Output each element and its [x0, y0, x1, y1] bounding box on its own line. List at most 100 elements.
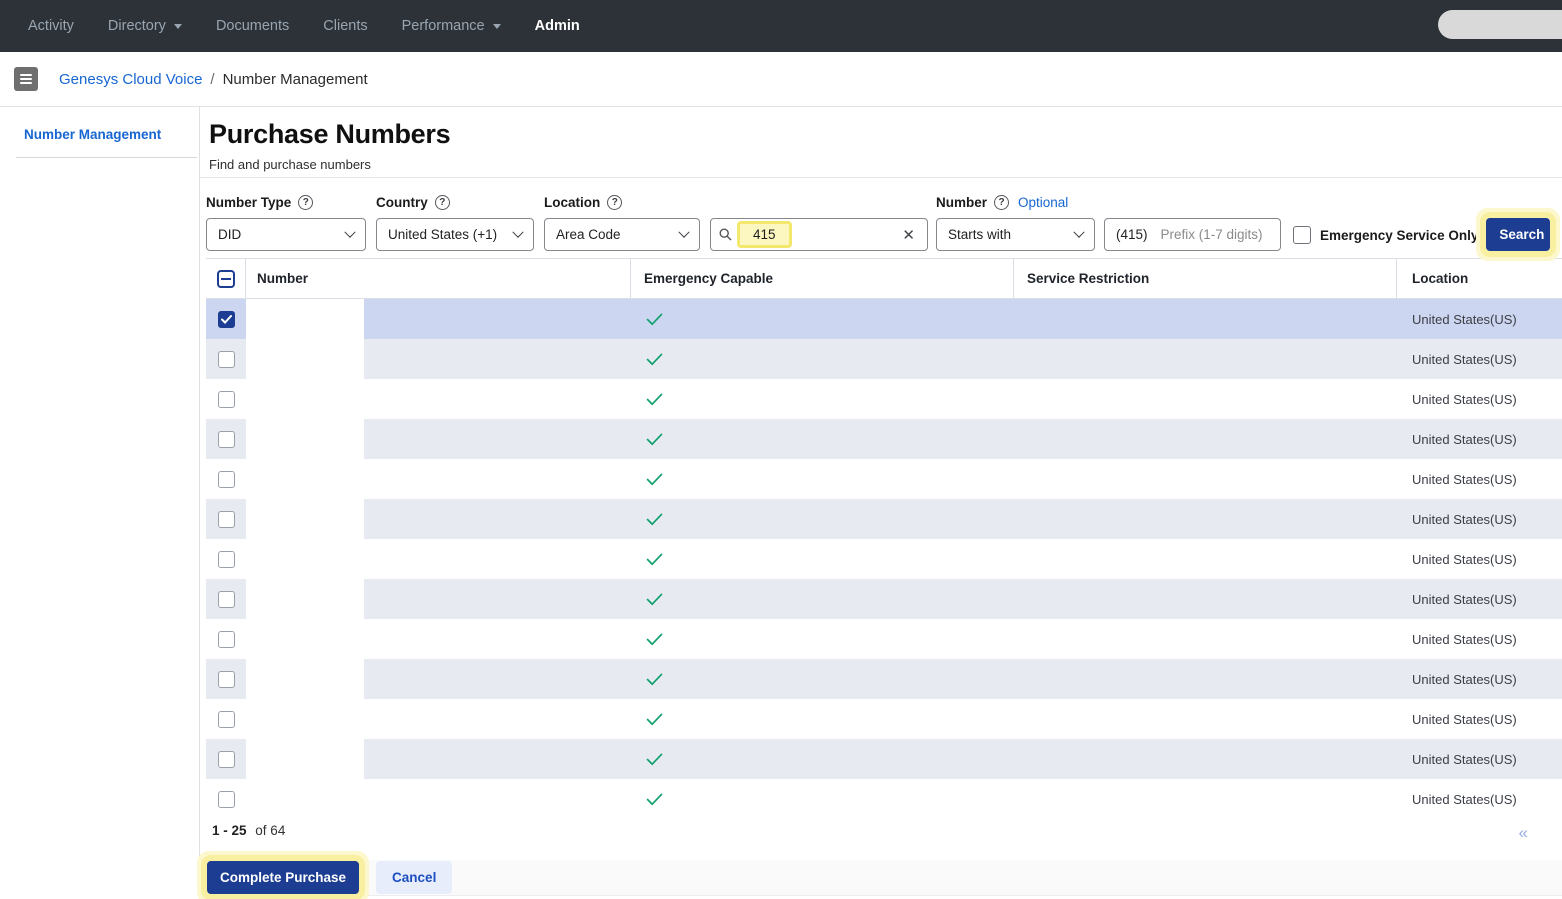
help-icon[interactable]: ? [994, 195, 1009, 210]
chevron-down-icon [174, 24, 182, 29]
emergency-capable-cell [631, 513, 1014, 526]
emergency-capable-cell [631, 673, 1014, 686]
redacted-number [246, 659, 364, 699]
prefix-input[interactable]: (415) Prefix (1-7 digits) [1104, 218, 1281, 251]
table-row-12[interactable]: United States(US) [206, 779, 1562, 809]
emergency-service-only-label[interactable]: Emergency Service Only [1320, 228, 1478, 243]
location-cell: United States(US) [1397, 792, 1562, 807]
breadcrumb: Genesys Cloud Voice / Number Management [0, 52, 1562, 107]
area-code-search-input[interactable]: 415 ✕ [710, 218, 928, 251]
location-cell: United States(US) [1397, 432, 1562, 447]
nav-item-admin[interactable]: Admin [518, 18, 597, 34]
table-row-1[interactable]: United States(US) [206, 339, 1562, 379]
emergency-check-icon [646, 753, 663, 766]
location-cell: United States(US) [1397, 512, 1562, 527]
redacted-number [246, 739, 364, 779]
redacted-number [246, 419, 364, 459]
emergency-check-icon [646, 513, 663, 526]
row-checkbox[interactable] [218, 351, 235, 368]
sidebar-item-number-management[interactable]: Number Management [0, 127, 199, 142]
emergency-capable-cell [631, 753, 1014, 766]
row-checkbox[interactable] [218, 391, 235, 408]
chevron-down-icon [678, 226, 689, 237]
help-icon[interactable]: ? [607, 195, 622, 210]
location-cell: United States(US) [1397, 392, 1562, 407]
pagination: 1 - 25 of 64 « ‹ [212, 823, 1562, 843]
pagination-total: of 64 [255, 823, 285, 838]
cancel-button[interactable]: Cancel [376, 861, 452, 894]
header-location: Location [1397, 259, 1562, 298]
table-row-9[interactable]: United States(US) [206, 659, 1562, 699]
hamburger-menu-icon[interactable] [14, 67, 38, 91]
location-cell: United States(US) [1397, 552, 1562, 567]
emergency-capable-cell [631, 433, 1014, 446]
emergency-capable-cell [631, 713, 1014, 726]
table-row-4[interactable]: United States(US) [206, 459, 1562, 499]
nav-search-input[interactable] [1438, 10, 1562, 39]
country-select[interactable]: United States (+1) [376, 218, 534, 251]
redacted-number [246, 539, 364, 579]
table-row-3[interactable]: United States(US) [206, 419, 1562, 459]
nav-item-documents[interactable]: Documents [199, 18, 306, 34]
number-cell [246, 459, 631, 499]
row-checkbox[interactable] [218, 791, 235, 808]
nav-item-clients[interactable]: Clients [306, 18, 384, 34]
row-checkbox[interactable] [218, 471, 235, 488]
breadcrumb-link[interactable]: Genesys Cloud Voice [59, 71, 202, 88]
pagination-range: 1 - 25 [212, 823, 247, 838]
location-cell: United States(US) [1397, 672, 1562, 687]
help-icon[interactable]: ? [298, 195, 313, 210]
table-header-row: Number Emergency Capable Service Restric… [206, 258, 1562, 299]
row-checkbox[interactable] [218, 551, 235, 568]
chevron-down-icon [344, 226, 355, 237]
table-row-6[interactable]: United States(US) [206, 539, 1562, 579]
number-cell [246, 619, 631, 659]
row-checkbox[interactable] [218, 631, 235, 648]
location-cell: United States(US) [1397, 472, 1562, 487]
row-checkbox[interactable] [218, 591, 235, 608]
number-cell [246, 579, 631, 619]
complete-purchase-button[interactable]: Complete Purchase [207, 861, 359, 894]
redacted-number [246, 499, 364, 539]
nav-item-activity[interactable]: Activity [11, 18, 91, 34]
row-checkbox[interactable] [218, 751, 235, 768]
nav-item-directory[interactable]: Directory [91, 18, 199, 34]
clear-icon[interactable]: ✕ [902, 226, 915, 244]
filter-bar: Number Type? DID Country? United States … [200, 178, 1562, 251]
emergency-check-icon [646, 353, 663, 366]
row-checkbox[interactable] [218, 511, 235, 528]
select-all-checkbox[interactable] [217, 270, 235, 288]
search-button[interactable]: Search [1486, 218, 1550, 251]
emergency-check-icon [646, 313, 663, 326]
row-checkbox[interactable] [218, 671, 235, 688]
search-icon [719, 228, 732, 241]
emergency-check-icon [646, 473, 663, 486]
table-row-2[interactable]: United States(US) [206, 379, 1562, 419]
location-cell: United States(US) [1397, 352, 1562, 367]
location-select[interactable]: Area Code [544, 218, 700, 251]
header-emergency-capable: Emergency Capable [631, 259, 1014, 298]
number-label: Number [936, 195, 987, 210]
number-type-select[interactable]: DID [206, 218, 366, 251]
row-checkbox[interactable] [218, 711, 235, 728]
first-page-icon[interactable]: « [1519, 823, 1528, 843]
nav-item-performance[interactable]: Performance [385, 18, 518, 34]
header-service-restriction: Service Restriction [1014, 259, 1397, 298]
header-number: Number [246, 259, 631, 298]
row-checkbox[interactable] [218, 431, 235, 448]
optional-link[interactable]: Optional [1018, 195, 1068, 210]
table-row-8[interactable]: United States(US) [206, 619, 1562, 659]
location-cell: United States(US) [1397, 312, 1562, 327]
table-row-10[interactable]: United States(US) [206, 699, 1562, 739]
table-row-11[interactable]: United States(US) [206, 739, 1562, 779]
location-cell: United States(US) [1397, 752, 1562, 767]
row-checkbox[interactable] [218, 311, 235, 328]
emergency-service-only-checkbox[interactable] [1293, 226, 1311, 244]
number-match-select[interactable]: Starts with [936, 218, 1095, 251]
help-icon[interactable]: ? [435, 195, 450, 210]
table-row-0[interactable]: United States(US) [206, 299, 1562, 339]
table-row-5[interactable]: United States(US) [206, 499, 1562, 539]
location-label: Location [544, 195, 600, 210]
location-cell: United States(US) [1397, 592, 1562, 607]
table-row-7[interactable]: United States(US) [206, 579, 1562, 619]
